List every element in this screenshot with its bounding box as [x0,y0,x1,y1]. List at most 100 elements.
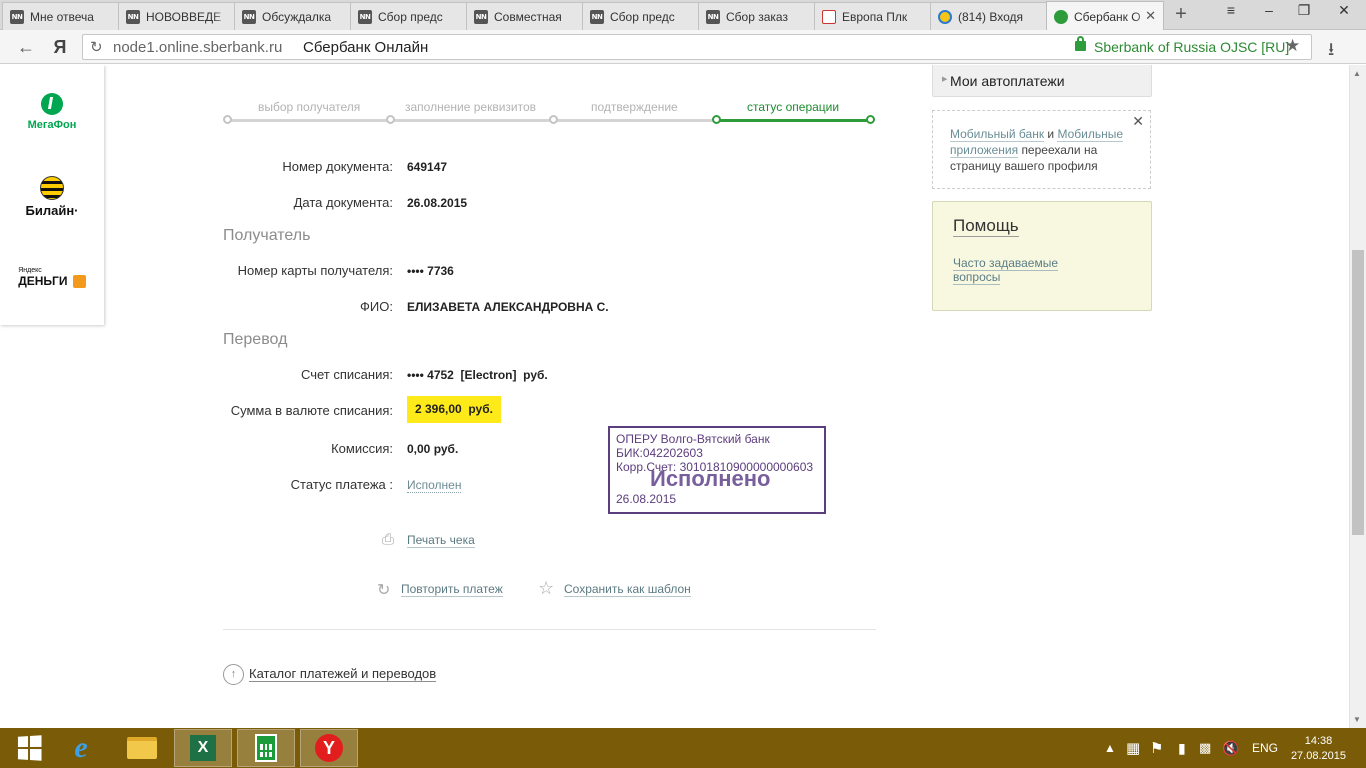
yandex-browser-icon: Y [315,734,343,762]
europa-favicon-icon [822,9,836,24]
step-4-dot [712,115,721,124]
back-button[interactable]: ← [14,35,38,59]
volume-muted-icon[interactable]: 🔇 [1222,728,1239,768]
tab-6[interactable]: NN Сбор предс [582,2,699,30]
faq-link[interactable]: Часто задаваемые вопросы [953,256,1083,285]
certificate-label[interactable]: Sberbank of Russia OJSC [RU] [1094,39,1289,55]
download-icon[interactable]: ⭳ [1328,37,1334,67]
page-viewport: МегаФон Билайн· Яндекс ДЕНЬГИ выбор полу… [0,65,1366,728]
close-notice-icon[interactable]: ✕ [1132,113,1144,129]
address-bar: ← Я ↻ node1.online.sberbank.ru Сбербанк … [0,30,1366,64]
triangle-right-icon: ▶ [942,76,948,83]
megafon-logo[interactable]: МегаФон [0,93,104,131]
tab-9[interactable]: (814) Входя [930,2,1047,30]
debit-account-value: •••• 4752 [Electron] руб. [407,368,548,382]
doc-date-value: 26.08.2015 [407,196,468,210]
tab-1[interactable]: NN Мне отвеча [2,2,119,30]
megafon-icon [41,93,63,115]
page-scrollbar[interactable]: ▲ ▼ [1349,65,1366,728]
minimize-button[interactable]: – [1252,0,1286,22]
doc-number-label: Номер документа: [282,159,393,174]
mobile-bank-link[interactable]: Мобильный банк [950,127,1045,142]
tab-title: Европа Плк [842,9,908,24]
stamp-status: Исполнено [650,466,771,491]
taskbar-explorer[interactable] [113,729,171,767]
help-title[interactable]: Помощь [953,216,1019,237]
step-2-dot [386,115,395,124]
scroll-down-icon[interactable]: ▼ [1353,715,1361,724]
bank-stamp: ОПЕРУ Волго-Вятский банк БИК:042202603 К… [608,426,826,514]
taskbar-ie[interactable]: e [52,729,110,767]
recipient-card-value: •••• 7736 [407,264,454,278]
step-3-label: подтверждение [591,100,678,114]
restore-button[interactable]: ❐ [1287,0,1321,22]
tray-show-hidden-icon[interactable]: ▲ [1104,728,1116,768]
help-box: Помощь Часто задаваемые вопросы [932,201,1152,311]
tab-3[interactable]: NN Обсуждалка [234,2,351,30]
close-window-button[interactable]: ✕ [1322,0,1366,22]
my-autopayments-menu[interactable]: ▶ Мои автоплатежи [932,65,1152,97]
close-tab-icon[interactable]: ✕ [1145,8,1156,24]
printer-icon[interactable]: ⎙ [382,531,394,548]
nn-favicon-icon: NN [126,9,140,24]
payments-catalog-link[interactable]: Каталог платежей и переводов [249,666,437,682]
arrow-up-circle-icon[interactable]: ↑ [223,664,244,685]
nn-favicon-icon: NN [358,9,372,24]
clock[interactable]: 14:38 27.08.2015 [1291,734,1346,764]
step-track-done [717,119,870,122]
url-field[interactable]: ↻ node1.online.sberbank.ru Сбербанк Онла… [82,34,1312,60]
clock-time: 14:38 [1304,735,1333,747]
step-1-label: выбор получателя [258,100,361,114]
step-1-dot [223,115,232,124]
sberbank-favicon-icon [1054,9,1068,24]
windows-grid-icon[interactable]: ▦ [1126,728,1140,768]
step-4-label: статус операции [747,100,840,114]
scroll-up-icon[interactable]: ▲ [1353,69,1361,78]
signal-icon[interactable]: ▩ [1199,728,1211,768]
mail-favicon-icon [938,9,952,24]
clock-date: 27.08.2015 [1290,750,1346,762]
tab-7[interactable]: NN Сбор заказ [698,2,815,30]
repeat-icon[interactable]: ↻ [377,580,390,600]
windows-taskbar: e X Y ▲ ▦ ⚑ ▮ ▩ 🔇 ENG 14:38 27.08.2015 [0,728,1366,768]
lock-icon [1075,36,1086,51]
save-template-link[interactable]: Сохранить как шаблон [564,582,691,597]
step-2-label: заполнение реквизитов [405,100,537,114]
step-3-dot [549,115,558,124]
tab-title: Сбор предс [378,9,443,24]
start-button[interactable] [0,729,58,767]
doc-date-label: Дата документа: [293,195,393,210]
tab-10-active[interactable]: Сбербанк О ✕ [1046,1,1164,31]
tab-2[interactable]: NN НОВОВВЕДЕ [118,2,235,30]
tab-title: Сбор предс [610,9,675,24]
taskbar-yandex-browser[interactable]: Y [300,729,358,767]
tab-5[interactable]: NN Совместная [466,2,583,30]
language-indicator[interactable]: ENG [1252,728,1278,768]
new-tab-button[interactable]: + [1170,3,1192,27]
bookmark-star-icon[interactable]: ★ [1285,36,1300,56]
calculator-icon [255,734,277,762]
taskbar-calculator[interactable] [237,729,295,767]
url-text: node1.online.sberbank.ru [113,39,283,56]
action-center-flag-icon[interactable]: ⚑ [1150,728,1163,768]
recipient-name-value: ЕЛИЗАВЕТА АЛЕКСАНДРОВНА С. [407,300,609,314]
ie-icon: e [74,731,88,764]
yandex-home-button[interactable]: Я [48,35,72,59]
repeat-payment-link[interactable]: Повторить платеж [401,582,503,597]
nn-favicon-icon: NN [474,9,488,24]
reload-icon[interactable]: ↻ [90,38,103,56]
fee-label: Комиссия: [331,441,393,456]
scrollbar-thumb[interactable] [1352,250,1364,535]
print-receipt-link[interactable]: Печать чека [407,533,475,548]
tab-4[interactable]: NN Сбор предс [350,2,467,30]
stamp-bank: ОПЕРУ Волго-Вятский банк [616,432,770,446]
taskbar-excel[interactable]: X [174,729,232,767]
menu-button[interactable]: ≡ [1214,0,1248,22]
amount-value: 2 396,00 руб. [407,396,501,423]
star-outline-icon[interactable]: ☆ [538,578,554,599]
tab-8[interactable]: Европа Плк [814,2,931,30]
status-value-link[interactable]: Исполнен [407,478,462,493]
battery-icon[interactable]: ▮ [1178,728,1186,768]
step-end-dot [866,115,875,124]
nn-favicon-icon: NN [10,9,24,24]
